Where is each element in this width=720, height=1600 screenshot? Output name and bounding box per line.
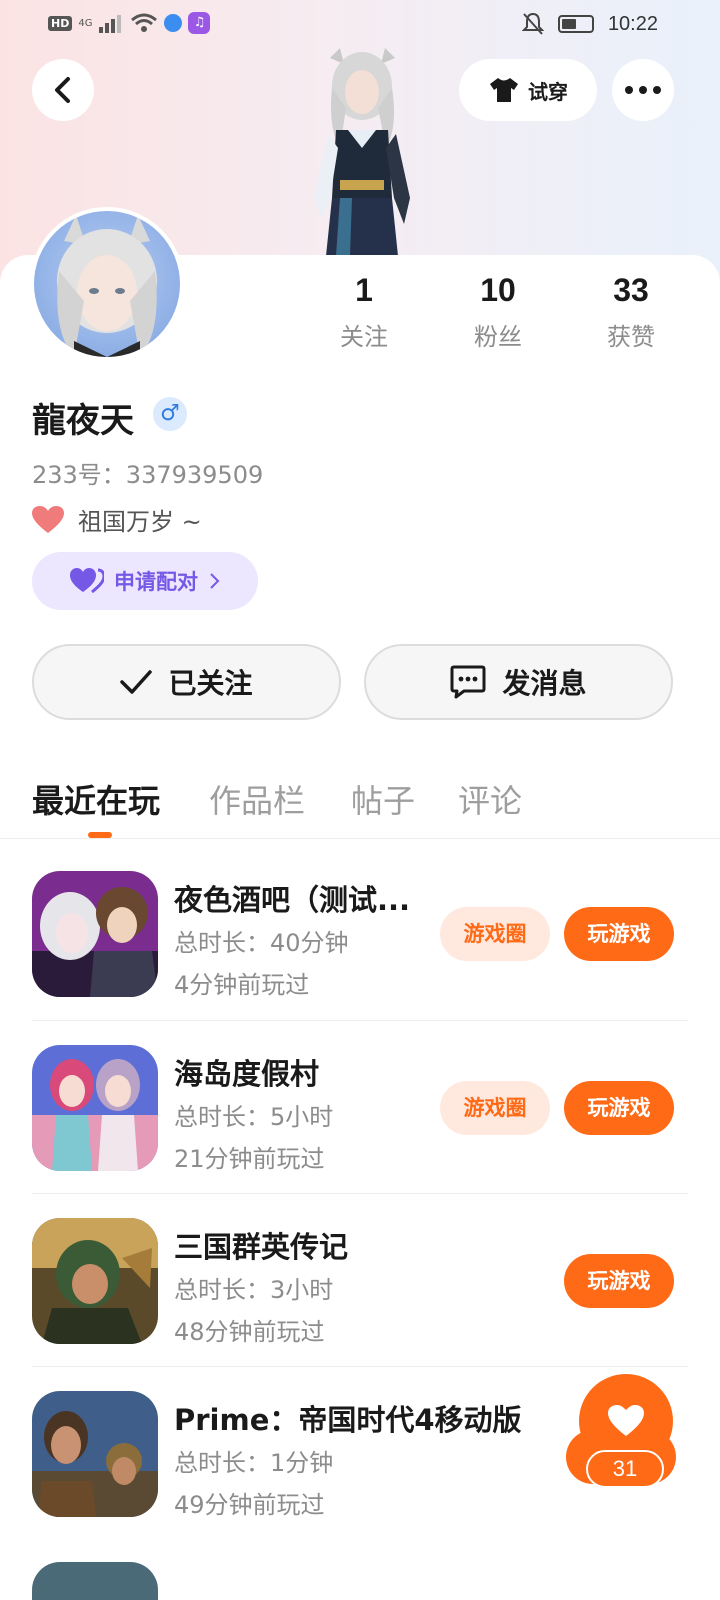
request-pair-button[interactable]: 申请配对 bbox=[32, 552, 258, 610]
row-divider bbox=[32, 1366, 688, 1367]
try-on-label: 试穿 bbox=[528, 79, 568, 104]
play-game-button[interactable]: 玩游戏 bbox=[564, 1254, 674, 1308]
send-message-label: 发消息 bbox=[502, 667, 587, 700]
more-dots-icon bbox=[625, 86, 661, 94]
game-last-played: 4分钟前玩过 bbox=[174, 971, 310, 999]
male-gender-icon: ♂ bbox=[153, 397, 187, 431]
status-bar: HD 4G ♫ 10:22 bbox=[0, 0, 720, 48]
likes-label: 获赞 bbox=[607, 323, 655, 351]
game-total-duration: 总时长：1分钟 bbox=[174, 1449, 334, 1477]
game-icon bbox=[32, 1218, 158, 1344]
battery-icon bbox=[557, 15, 594, 33]
play-game-button[interactable]: 玩游戏 bbox=[564, 1081, 674, 1135]
game-name: Prime：帝国时代4移动版 bbox=[174, 1403, 522, 1437]
tab-posts[interactable]: 帖子 bbox=[351, 776, 415, 822]
check-icon bbox=[120, 670, 153, 694]
clock: 10:22 bbox=[607, 12, 658, 35]
followers-count: 10 bbox=[480, 272, 516, 308]
game-name: 夜色酒吧（测试... bbox=[174, 883, 411, 917]
game-circle-button[interactable]: 游戏圈 bbox=[440, 907, 550, 961]
chevron-left-icon bbox=[55, 77, 70, 103]
double-heart-icon bbox=[70, 568, 104, 594]
game-icon bbox=[32, 1045, 158, 1171]
request-pair-label: 申请配对 bbox=[114, 570, 198, 594]
heart-icon bbox=[32, 505, 64, 533]
chevron-right-icon bbox=[210, 573, 220, 589]
music-app-icon: ♫ bbox=[188, 12, 211, 34]
row-divider bbox=[32, 1193, 688, 1194]
game-total-duration: 总时长：40分钟 bbox=[174, 929, 349, 957]
like-count: 31 bbox=[586, 1450, 664, 1488]
game-list-item[interactable]: 夜色酒吧（测试... 总时长：40分钟 4分钟前玩过 游戏圈 玩游戏 bbox=[32, 871, 688, 1045]
app-notification-icon bbox=[164, 14, 183, 32]
hd-indicator: HD bbox=[48, 15, 73, 31]
game-last-played: 21分钟前玩过 bbox=[174, 1145, 325, 1173]
mute-bell-icon bbox=[521, 12, 544, 35]
game-icon bbox=[32, 1391, 158, 1517]
game-name: 海岛度假村 bbox=[174, 1057, 320, 1091]
try-on-button[interactable]: 试穿 bbox=[459, 59, 597, 121]
user-id: 233号：337939509 bbox=[32, 461, 264, 489]
network-type: 4G bbox=[78, 17, 93, 29]
more-options-button[interactable] bbox=[612, 59, 674, 121]
avatar-character-figure bbox=[314, 48, 410, 256]
game-total-duration: 总时长：3小时 bbox=[174, 1276, 334, 1304]
followed-label: 已关注 bbox=[168, 667, 253, 700]
signal-icon bbox=[99, 15, 122, 33]
avatar[interactable] bbox=[30, 207, 184, 361]
bio-text: 祖国万岁 ~ bbox=[78, 508, 202, 536]
followed-button[interactable]: 已关注 bbox=[32, 644, 341, 720]
likes-count: 33 bbox=[613, 272, 649, 308]
game-icon bbox=[32, 871, 158, 997]
game-last-played: 48分钟前玩过 bbox=[174, 1318, 325, 1346]
followers-stat[interactable]: 10 粉丝 bbox=[448, 272, 548, 352]
following-count: 1 bbox=[355, 272, 373, 308]
game-total-duration: 总时长：5小时 bbox=[174, 1103, 334, 1131]
tab-works[interactable]: 作品栏 bbox=[209, 776, 305, 822]
tshirt-icon bbox=[490, 78, 518, 102]
tab-recently-played[interactable]: 最近在玩 bbox=[32, 776, 160, 822]
send-message-button[interactable]: 发消息 bbox=[364, 644, 673, 720]
following-stat[interactable]: 1 关注 bbox=[314, 272, 414, 352]
chat-bubble-icon bbox=[450, 665, 486, 699]
heart-icon bbox=[608, 1405, 644, 1436]
avatar-portrait bbox=[57, 215, 157, 357]
wifi-icon bbox=[131, 13, 158, 32]
game-name: 三国群英传记 bbox=[174, 1230, 349, 1264]
back-button[interactable] bbox=[32, 59, 94, 121]
profile-tabs: 最近在玩 作品栏 帖子 评论 bbox=[0, 770, 720, 840]
play-game-button[interactable]: 玩游戏 bbox=[564, 907, 674, 961]
user-bio: 祖国万岁 ~ bbox=[32, 502, 202, 537]
tab-comments[interactable]: 评论 bbox=[458, 776, 522, 822]
game-last-played: 49分钟前玩过 bbox=[174, 1491, 325, 1519]
game-circle-button[interactable]: 游戏圈 bbox=[440, 1081, 550, 1135]
likes-stat[interactable]: 33 获赞 bbox=[581, 272, 681, 352]
divider bbox=[0, 838, 720, 839]
followers-label: 粉丝 bbox=[474, 323, 522, 351]
username: 龍夜天 bbox=[32, 401, 134, 441]
game-icon bbox=[32, 1562, 158, 1600]
row-divider bbox=[32, 1020, 688, 1021]
following-label: 关注 bbox=[340, 323, 388, 351]
